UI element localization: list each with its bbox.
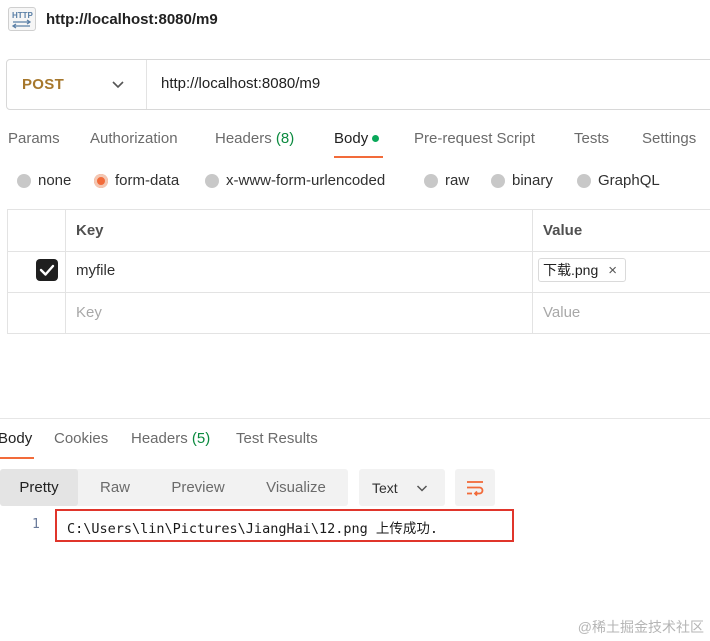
- response-headers-count: (5): [191, 430, 211, 447]
- response-view-toggle: Pretty Raw Preview Visualize: [0, 469, 348, 506]
- radio-none[interactable]: none: [17, 172, 71, 189]
- table-row-empty: Key Value: [8, 293, 710, 334]
- radio-circle: [491, 173, 505, 188]
- row-enabled-checkbox[interactable]: [36, 259, 58, 281]
- value-column-header: Value: [543, 222, 583, 239]
- svg-text:HTTP: HTTP: [12, 11, 34, 20]
- url-input[interactable]: [161, 75, 561, 92]
- table-header-row: Key Value: [8, 210, 710, 252]
- headers-count: (8): [275, 130, 295, 147]
- response-tab-headers[interactable]: Headers (5): [131, 430, 210, 447]
- tab-label: Tests: [574, 130, 610, 147]
- radio-raw[interactable]: raw: [424, 172, 469, 189]
- file-chip: 下载.png ×: [538, 258, 627, 282]
- line-number: 1: [32, 517, 40, 532]
- tab-label: Settings: [642, 130, 697, 147]
- tab-pre-request-script[interactable]: Pre-request Script: [414, 130, 535, 147]
- tab-label: Headers: [215, 130, 272, 147]
- radio-label: GraphQL: [598, 172, 660, 189]
- response-tab-cookies[interactable]: Cookies: [54, 430, 108, 447]
- radio-label: binary: [512, 172, 553, 189]
- radio-circle: [205, 173, 219, 188]
- wrap-lines-icon: [467, 481, 484, 497]
- radio-circle-selected: [94, 173, 108, 188]
- watermark: @稀土掘金技术社区: [577, 619, 704, 635]
- response-divider: [0, 418, 710, 419]
- radio-x-www-form-urlencoded[interactable]: x-www-form-urlencoded: [205, 172, 385, 189]
- method-label: POST: [22, 76, 65, 93]
- tab-body[interactable]: Body: [334, 130, 380, 147]
- radio-graphql[interactable]: GraphQL: [577, 172, 660, 189]
- chevron-down-icon: [416, 485, 428, 492]
- checkmark-icon: [39, 264, 55, 276]
- tab-label: Headers: [131, 430, 188, 447]
- radio-circle: [577, 173, 591, 188]
- view-preview[interactable]: Preview: [152, 469, 244, 506]
- file-name: 下载.png: [543, 262, 599, 278]
- body-indicator-dot: [372, 134, 380, 142]
- tab-settings[interactable]: Settings: [642, 130, 696, 147]
- view-visualize[interactable]: Visualize: [244, 469, 348, 506]
- format-label: Text: [372, 480, 398, 496]
- active-tab-underline: [334, 156, 383, 158]
- request-title[interactable]: http://localhost:8080/m9: [46, 11, 218, 28]
- remove-file-icon[interactable]: ×: [608, 262, 617, 279]
- radio-label: raw: [445, 172, 470, 189]
- view-raw[interactable]: Raw: [78, 469, 152, 506]
- row-key[interactable]: myfile: [76, 262, 115, 279]
- response-tab-body[interactable]: Body: [0, 430, 32, 447]
- radio-label: x-www-form-urlencoded: [226, 172, 386, 189]
- response-tab-test-results[interactable]: Test Results: [236, 430, 318, 447]
- method-dropdown[interactable]: POST: [7, 60, 147, 109]
- tab-tests[interactable]: Tests: [574, 130, 609, 147]
- active-response-tab-underline: [0, 457, 34, 459]
- radio-label: none: [38, 172, 72, 189]
- radio-circle: [424, 173, 438, 188]
- radio-binary[interactable]: binary: [491, 172, 553, 189]
- radio-circle: [17, 173, 31, 188]
- key-column-header: Key: [76, 222, 104, 239]
- tab-params[interactable]: Params: [8, 130, 60, 147]
- body-type-radios: none form-data x-www-form-urlencoded raw…: [0, 172, 710, 196]
- tab-label: Body: [334, 130, 369, 147]
- response-format-select[interactable]: Text: [359, 469, 445, 506]
- http-icon: HTTP: [8, 7, 36, 31]
- radio-form-data[interactable]: form-data: [94, 172, 179, 189]
- highlight-annotation-box: [55, 509, 514, 542]
- wrap-lines-button[interactable]: [455, 469, 495, 506]
- key-placeholder[interactable]: Key: [76, 304, 102, 321]
- tab-authorization[interactable]: Authorization: [90, 130, 178, 147]
- tab-label: Pre-request Script: [414, 130, 535, 147]
- value-placeholder[interactable]: Value: [543, 304, 580, 321]
- request-tabs: Params Authorization Headers (8) Body Pr…: [0, 128, 710, 158]
- chevron-down-icon: [112, 81, 124, 89]
- radio-label: form-data: [115, 172, 180, 189]
- response-tabs: Body Cookies Headers (5) Test Results: [0, 430, 710, 460]
- request-title-bar: HTTP http://localhost:8080/m9: [0, 0, 710, 38]
- view-pretty[interactable]: Pretty: [0, 469, 78, 506]
- form-data-table: Key Value Key Value myfile 下载.png ×: [7, 209, 710, 334]
- tab-headers[interactable]: Headers (8): [215, 130, 294, 147]
- tab-label: Authorization: [90, 130, 178, 147]
- url-bar: POST: [6, 59, 710, 110]
- tab-label: Params: [8, 130, 60, 147]
